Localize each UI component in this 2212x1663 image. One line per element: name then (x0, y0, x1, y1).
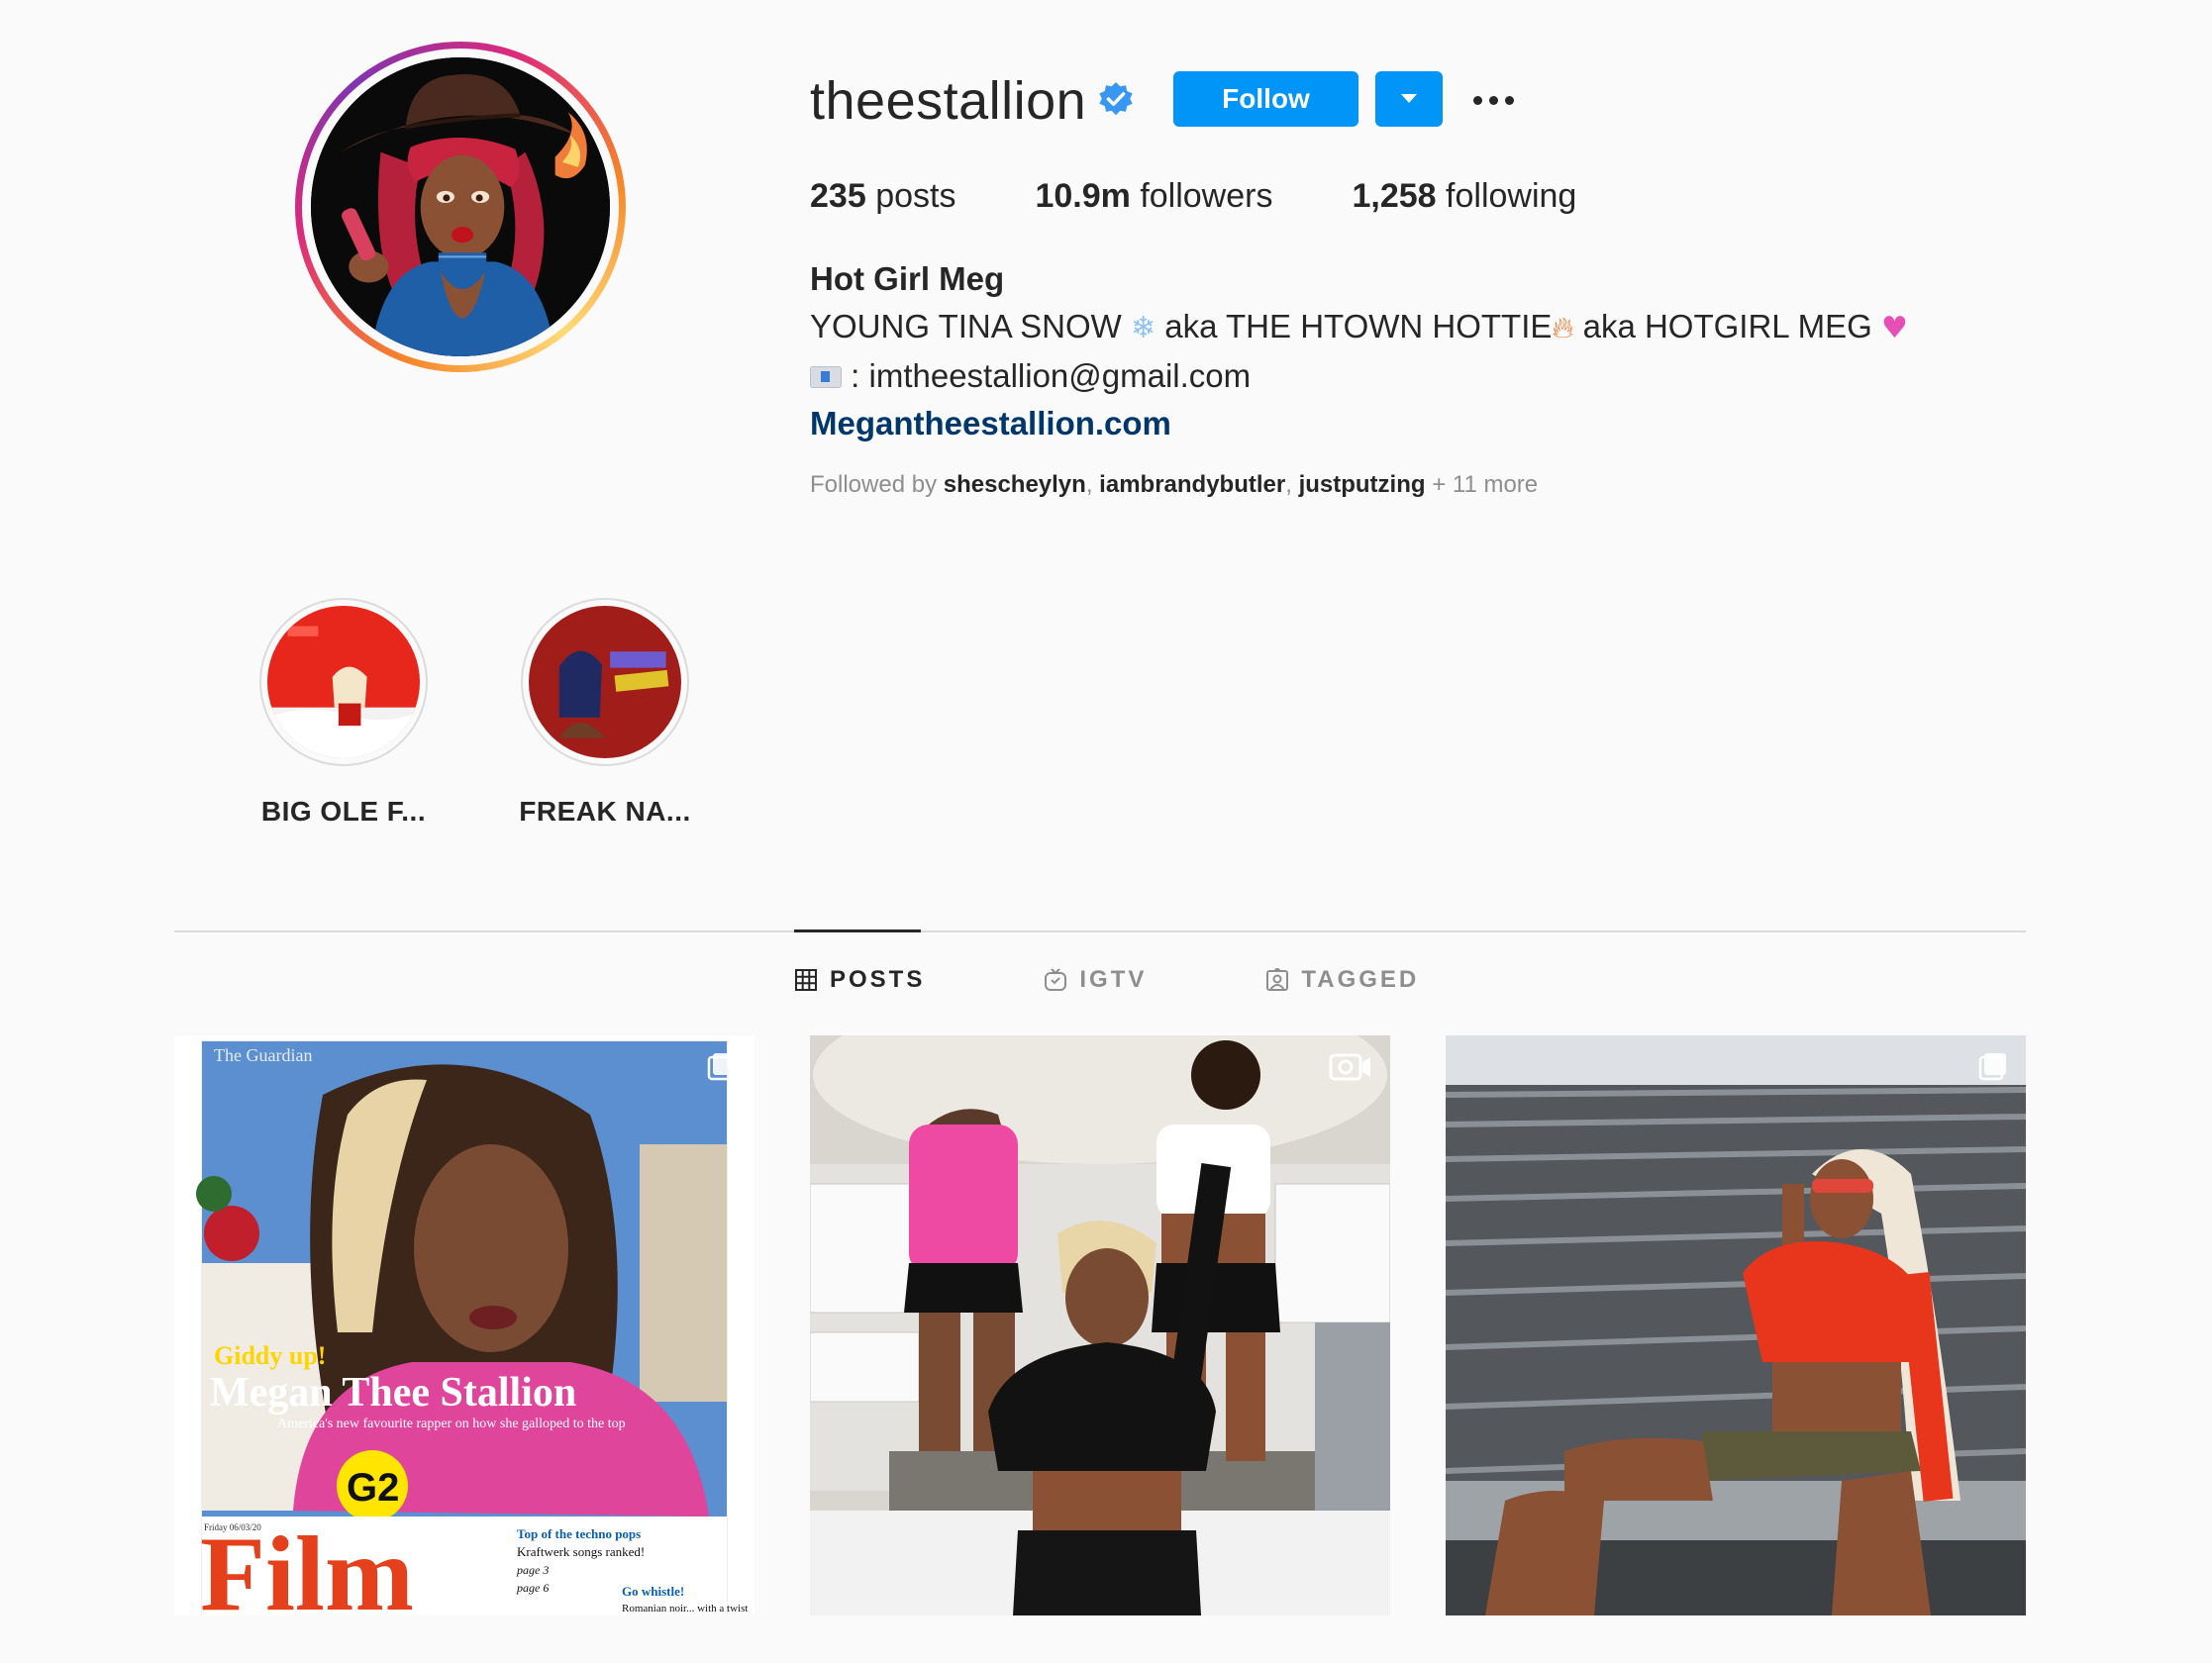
story-highlight[interactable]: BIG OLE F... (225, 598, 462, 828)
follow-button[interactable]: Follow (1173, 71, 1358, 127)
avatar-illustration (311, 57, 610, 356)
following-count-label: following (1446, 177, 1577, 215)
followed-by-account[interactable]: justputzing (1299, 471, 1426, 498)
profile-website-link[interactable]: Megantheestallion.com (810, 400, 1908, 447)
followed-by-more[interactable]: + 11 more (1426, 471, 1538, 498)
carousel-icon (1978, 1053, 2006, 1081)
bio-text: aka HOTGIRL MEG (1573, 308, 1881, 344)
post-thumbnail[interactable] (810, 1035, 1390, 1615)
bio-line-1: YOUNG TINA SNOW ❄ aka THE HTOWN HOTTIE🔥︎… (810, 303, 1908, 352)
bio-line-2: : imtheestallion@gmail.com (810, 352, 1908, 400)
posts-count-label: posts (875, 177, 956, 215)
cover-section: G2 (347, 1466, 399, 1510)
more-options-button[interactable] (1463, 83, 1523, 117)
two-hearts-icon: ♥ (1880, 311, 1908, 345)
fire-icon: 🔥︎ (1552, 311, 1574, 345)
followers-count-value: 10.9m (1035, 177, 1131, 215)
posts-count-value: 235 (810, 177, 866, 215)
active-tab-indicator (794, 929, 921, 932)
cover-masthead: The Guardian (214, 1045, 312, 1065)
profile-avatar[interactable] (311, 57, 610, 356)
bio-text: aka THE HTOWN HOTTIE (1156, 308, 1553, 344)
profile-avatar-story-ring[interactable] (295, 42, 626, 372)
profile-stats: 235 posts 10.9m followers 1,258 followin… (810, 174, 1656, 218)
cover-teaser-body: Romanian noir... with a twist (622, 1603, 748, 1614)
cover-kicker: Giddy up! (214, 1341, 326, 1370)
more-options-dot (1488, 95, 1498, 105)
igtv-icon (1045, 968, 1067, 991)
profile-full-name: Hot Girl Meg (810, 260, 1005, 297)
tabs-divider (174, 930, 2026, 932)
tab-label: TAGGED (1301, 966, 1420, 993)
email-icon (810, 366, 842, 388)
cover-teaser-title: Go whistle! (622, 1584, 684, 1599)
cover-teaser-page: page 6 (516, 1581, 549, 1595)
verified-badge-icon (1099, 81, 1133, 116)
tab-label: POSTS (830, 966, 926, 993)
tagged-icon (1266, 968, 1289, 991)
highlight-label: BIG OLE F... (260, 796, 427, 827)
highlight-cover (267, 606, 420, 758)
posts-count: 235 posts (810, 174, 955, 218)
cover-standfirst: America's new favourite rapper on how sh… (277, 1417, 626, 1431)
more-options-dot (1472, 95, 1482, 105)
following-link[interactable]: 1,258 following (1352, 174, 1576, 218)
profile-username: theestallion (810, 71, 1087, 131)
grid-icon (795, 969, 817, 991)
carousel-icon (707, 1053, 735, 1081)
cover-teaser-body: Kraftwerk songs ranked! (517, 1544, 645, 1559)
tab-igtv[interactable]: IGTV (1044, 966, 1147, 994)
bio-email: : imtheestallion@gmail.com (842, 357, 1252, 394)
highlight-cover-image (529, 606, 681, 758)
highlight-cover-image (267, 606, 420, 758)
followed-by[interactable]: Followed by shescheylyn, iambrandybutler… (810, 469, 1538, 501)
post-thumbnail[interactable]: The Guardian Giddy up! Megan Thee Stalli… (174, 1035, 754, 1615)
highlight-ring (259, 598, 428, 766)
followed-by-account[interactable]: iambrandybutler (1099, 471, 1285, 498)
suggested-accounts-dropdown-button[interactable] (1375, 71, 1443, 127)
followers-link[interactable]: 10.9m followers (1035, 174, 1272, 218)
profile-tabs: POSTS IGTV TAGGED (794, 966, 1419, 994)
post-image: The Guardian Giddy up! Megan Thee Stalli… (174, 1035, 754, 1615)
highlight-ring (521, 598, 689, 766)
cover-teaser-page: page 3 (516, 1563, 549, 1577)
tab-label: IGTV (1079, 966, 1148, 993)
post-image (810, 1035, 1390, 1615)
story-highlight[interactable]: FREAK NA... (486, 598, 724, 828)
snowflake-icon: ❄ (1130, 311, 1156, 345)
more-options-dot (1504, 95, 1514, 105)
tab-posts[interactable]: POSTS (794, 966, 925, 994)
bio-text: YOUNG TINA SNOW (810, 308, 1131, 344)
avatar-gap (302, 49, 619, 365)
followers-count-label: followers (1140, 177, 1273, 215)
video-camera-icon (1329, 1053, 1370, 1081)
profile-bio: Hot Girl Meg YOUNG TINA SNOW ❄ aka THE H… (810, 255, 1908, 447)
followed-by-account[interactable]: shescheylyn (944, 471, 1086, 498)
highlight-cover (529, 606, 681, 758)
cover-section-title: Film (200, 1516, 414, 1615)
post-image (1446, 1035, 2026, 1615)
followed-by-prefix: Followed by (810, 471, 944, 498)
tab-tagged[interactable]: TAGGED (1265, 966, 1419, 994)
chevron-down-icon (1401, 94, 1417, 103)
highlight-label: FREAK NA... (519, 796, 691, 827)
cover-teaser-title: Top of the techno pops (517, 1526, 641, 1541)
cover-headline: Megan Thee Stallion (210, 1370, 576, 1416)
post-thumbnail[interactable] (1446, 1035, 2026, 1615)
following-count-value: 1,258 (1352, 177, 1437, 215)
